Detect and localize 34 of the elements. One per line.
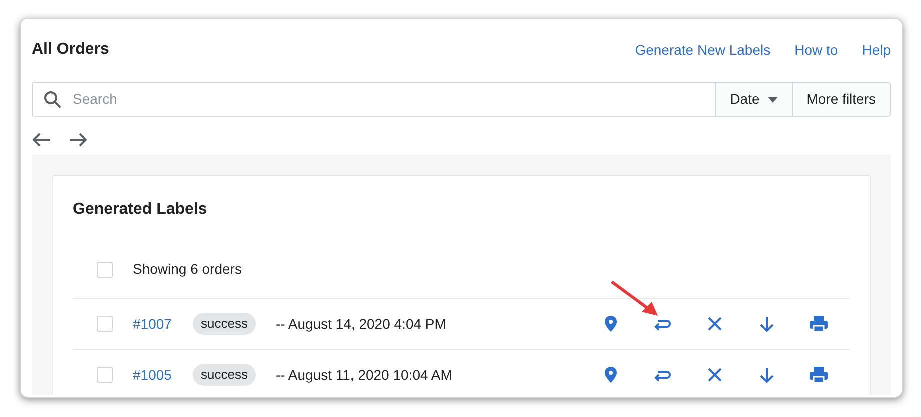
header-link[interactable]: Help xyxy=(862,40,891,60)
order-link[interactable]: #1005 xyxy=(133,364,183,386)
card-title: Generated Labels xyxy=(73,200,208,220)
more-filters-button[interactable]: More filters xyxy=(792,82,891,117)
close-icon[interactable] xyxy=(708,368,722,382)
printer-icon[interactable] xyxy=(810,316,828,332)
checkbox[interactable] xyxy=(97,262,113,278)
checkbox[interactable] xyxy=(97,367,113,383)
forward-arrow-icon[interactable] xyxy=(69,133,87,147)
page-title: All Orders xyxy=(32,40,110,60)
location-pin-icon[interactable] xyxy=(604,316,618,332)
search-input[interactable]: Search xyxy=(73,89,716,110)
header-link[interactable]: How to xyxy=(794,40,838,60)
search-field[interactable]: Search xyxy=(32,82,716,117)
printer-icon[interactable] xyxy=(810,367,828,383)
order-link[interactable]: #1007 xyxy=(133,314,183,334)
close-icon[interactable] xyxy=(708,317,722,331)
back-arrow-icon[interactable] xyxy=(33,133,51,147)
order-count: Showing 6 orders xyxy=(133,260,242,279)
download-arrow-icon[interactable] xyxy=(760,368,774,382)
status-badge: success xyxy=(193,313,256,335)
location-pin-icon[interactable] xyxy=(604,367,618,383)
status-badge: success xyxy=(193,364,256,386)
download-arrow-icon[interactable] xyxy=(760,316,774,332)
search-icon xyxy=(43,90,63,110)
caret-icon xyxy=(768,96,778,102)
return-arrow-icon[interactable] xyxy=(654,368,672,382)
checkbox[interactable] xyxy=(97,316,113,332)
annotation-arrow-icon xyxy=(610,280,660,318)
header-link[interactable]: Generate New Labels xyxy=(635,40,771,60)
date-filter-button[interactable]: Date xyxy=(716,82,793,117)
order-date: -- August 14, 2020 4:04 PM xyxy=(276,314,448,334)
return-arrow-icon[interactable] xyxy=(654,318,672,330)
order-date: -- August 11, 2020 10:04 AM xyxy=(276,366,454,385)
